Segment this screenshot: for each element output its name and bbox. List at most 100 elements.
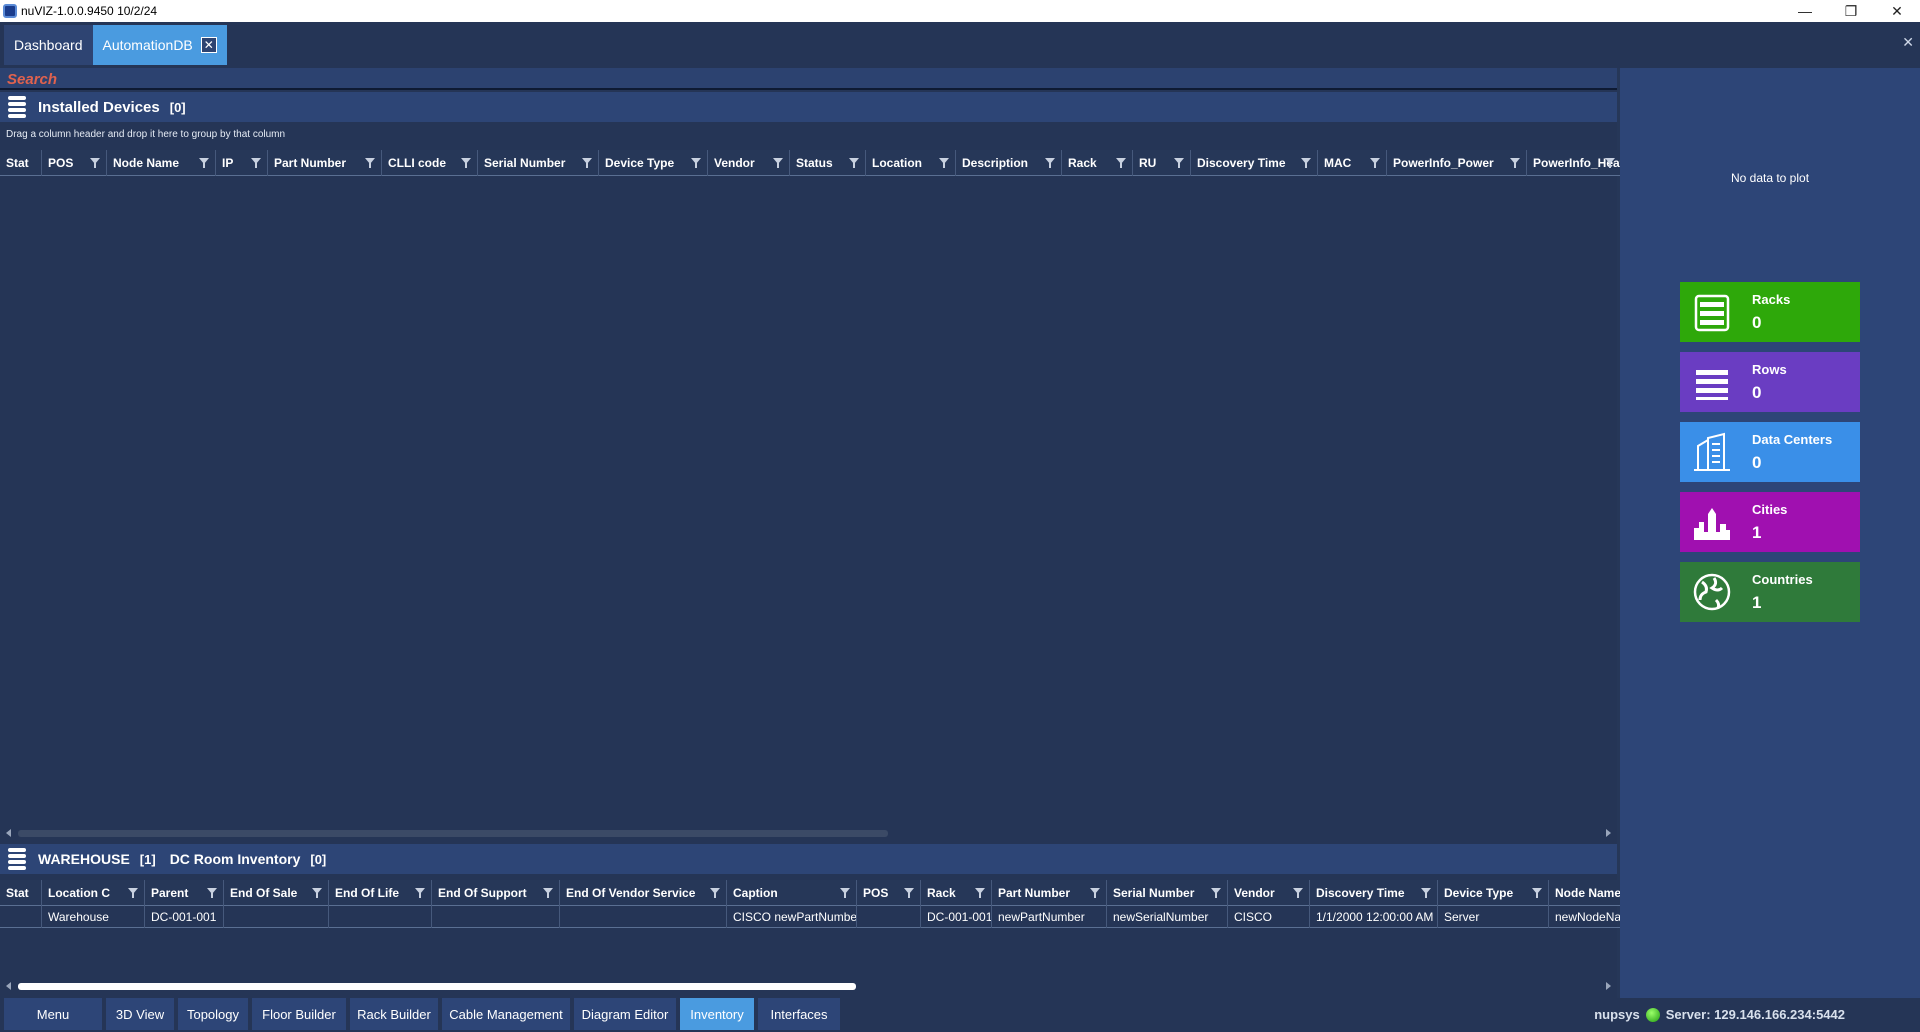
nav-diagram-editor-button[interactable]: Diagram Editor: [574, 998, 676, 1030]
filter-icon[interactable]: [543, 888, 553, 898]
tab-dashboard[interactable]: Dashboard: [4, 25, 93, 65]
column-header-rack[interactable]: Rack: [921, 880, 992, 906]
filter-icon[interactable]: [415, 888, 425, 898]
filter-icon[interactable]: [1301, 158, 1311, 168]
filter-icon[interactable]: [1605, 158, 1615, 168]
filter-icon[interactable]: [251, 158, 261, 168]
column-header-discovery-time[interactable]: Discovery Time: [1310, 880, 1438, 906]
column-header-pos[interactable]: POS: [857, 880, 921, 906]
nav-interfaces-button[interactable]: Interfaces: [758, 998, 840, 1030]
stat-tile-cities[interactable]: Cities 1: [1680, 492, 1860, 552]
filter-icon[interactable]: [773, 158, 783, 168]
filter-icon[interactable]: [849, 158, 859, 168]
column-header-vendor[interactable]: Vendor: [1228, 880, 1310, 906]
column-header-ip[interactable]: IP: [216, 150, 268, 176]
column-header-end-of-sale[interactable]: End Of Sale: [224, 880, 329, 906]
column-header-powerinfo-heat[interactable]: PowerInfo_Heat: [1527, 150, 1622, 176]
filter-icon[interactable]: [939, 158, 949, 168]
column-header-caption[interactable]: Caption: [727, 880, 857, 906]
column-header-location[interactable]: Location: [866, 150, 956, 176]
column-header-status[interactable]: Status: [790, 150, 866, 176]
column-header-ru[interactable]: RU: [1133, 150, 1191, 176]
stat-tile-racks[interactable]: Racks 0: [1680, 282, 1860, 342]
filter-icon[interactable]: [207, 888, 217, 898]
scroll-left-icon[interactable]: [6, 829, 11, 837]
column-header-discovery-time[interactable]: Discovery Time: [1191, 150, 1318, 176]
filter-icon[interactable]: [1211, 888, 1221, 898]
column-header-part-number[interactable]: Part Number: [268, 150, 382, 176]
nav-inventory-button[interactable]: Inventory: [680, 998, 754, 1030]
column-header-node-name[interactable]: Node Name: [107, 150, 216, 176]
filter-icon[interactable]: [365, 158, 375, 168]
restore-button[interactable]: ❐: [1828, 0, 1874, 22]
column-header-serial-number[interactable]: Serial Number: [1107, 880, 1228, 906]
column-header-device-type[interactable]: Device Type: [599, 150, 708, 176]
filter-icon[interactable]: [199, 158, 209, 168]
filter-icon[interactable]: [691, 158, 701, 168]
filter-icon[interactable]: [128, 888, 138, 898]
nav-topology-button[interactable]: Topology: [178, 998, 248, 1030]
column-header-pos[interactable]: POS: [42, 150, 107, 176]
column-header-vendor[interactable]: Vendor: [708, 150, 790, 176]
filter-icon[interactable]: [312, 888, 322, 898]
filter-icon[interactable]: [1421, 888, 1431, 898]
nav-rack-builder-button[interactable]: Rack Builder: [350, 998, 438, 1030]
column-header-end-of-life[interactable]: End Of Life: [329, 880, 432, 906]
scrollbar-thumb[interactable]: [18, 983, 856, 990]
scrollbar-thumb[interactable]: [18, 830, 888, 837]
column-header-rack[interactable]: Rack: [1062, 150, 1133, 176]
search-bar[interactable]: Search: [0, 68, 1617, 90]
filter-icon[interactable]: [1510, 158, 1520, 168]
filter-icon[interactable]: [975, 888, 985, 898]
nav-cable-management-button[interactable]: Cable Management: [442, 998, 570, 1030]
group-by-hint[interactable]: Drag a column header and drop it here to…: [6, 129, 285, 140]
stat-tile-countries[interactable]: Countries 1: [1680, 562, 1860, 622]
nav-3d-view-button[interactable]: 3D View: [106, 998, 174, 1030]
filter-icon[interactable]: [1116, 158, 1126, 168]
filter-icon[interactable]: [1370, 158, 1380, 168]
column-header-stat[interactable]: Stat: [0, 880, 42, 906]
filter-icon[interactable]: [461, 158, 471, 168]
scroll-right-icon[interactable]: [1606, 982, 1611, 990]
filter-icon[interactable]: [90, 158, 100, 168]
filter-icon[interactable]: [710, 888, 720, 898]
column-header-powerinfo-power[interactable]: PowerInfo_Power: [1387, 150, 1527, 176]
column-header-parent[interactable]: Parent: [145, 880, 224, 906]
close-all-tabs-icon[interactable]: ✕: [1902, 34, 1914, 51]
scroll-left-icon[interactable]: [6, 982, 11, 990]
table-cell: [329, 906, 432, 928]
filter-icon[interactable]: [840, 888, 850, 898]
column-header-end-of-vendor-service[interactable]: End Of Vendor Service: [560, 880, 727, 906]
filter-icon[interactable]: [1532, 888, 1542, 898]
column-header-location-c[interactable]: Location C: [42, 880, 145, 906]
column-header-serial-number[interactable]: Serial Number: [478, 150, 599, 176]
table-row[interactable]: Warehouse DC-001-001 CISCO newPartNumber DC…: [0, 906, 1629, 928]
filter-icon[interactable]: [904, 888, 914, 898]
tab-automationdb[interactable]: AutomationDB ✕: [92, 25, 227, 65]
installed-devices-count: [0]: [169, 99, 186, 115]
warehouse-scrollbar[interactable]: [0, 979, 1617, 993]
column-header-part-number[interactable]: Part Number: [992, 880, 1107, 906]
column-header-clli-code[interactable]: CLLI code: [382, 150, 478, 176]
column-header-mac[interactable]: MAC: [1318, 150, 1387, 176]
column-header-node-name[interactable]: Node Name: [1549, 880, 1629, 906]
column-header-end-of-support[interactable]: End Of Support: [432, 880, 560, 906]
filter-icon[interactable]: [1293, 888, 1303, 898]
filter-icon[interactable]: [1174, 158, 1184, 168]
column-header-stat[interactable]: Stat: [0, 150, 42, 176]
stat-tile-data-centers[interactable]: Data Centers 0: [1680, 422, 1860, 482]
filter-icon[interactable]: [1090, 888, 1100, 898]
stat-tile-rows[interactable]: Rows 0: [1680, 352, 1860, 412]
close-tab-icon[interactable]: ✕: [200, 37, 217, 53]
minimize-button[interactable]: —: [1782, 0, 1828, 22]
column-header-device-type[interactable]: Device Type: [1438, 880, 1549, 906]
filter-icon[interactable]: [582, 158, 592, 168]
nav-menu-button[interactable]: Menu: [4, 998, 102, 1030]
search-label[interactable]: Search: [7, 71, 57, 88]
column-header-description[interactable]: Description: [956, 150, 1062, 176]
close-window-button[interactable]: ✕: [1874, 0, 1920, 22]
installed-devices-scrollbar[interactable]: [0, 826, 1617, 840]
scroll-right-icon[interactable]: [1606, 829, 1611, 837]
filter-icon[interactable]: [1045, 158, 1055, 168]
nav-floor-builder-button[interactable]: Floor Builder: [252, 998, 346, 1030]
